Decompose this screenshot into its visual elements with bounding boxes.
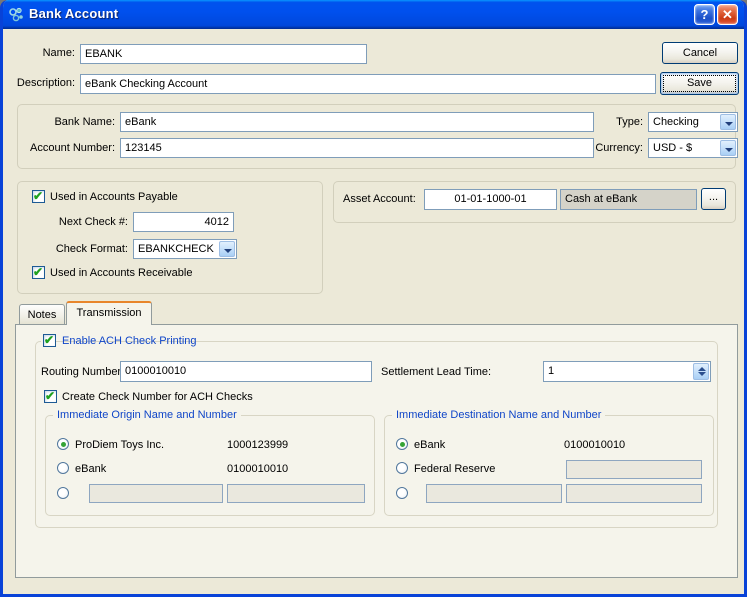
- asset-account-label: Asset Account:: [343, 193, 416, 205]
- next-check-input[interactable]: 4012: [133, 212, 234, 232]
- name-input[interactable]: EBANK: [80, 44, 367, 64]
- help-button[interactable]: ?: [694, 4, 715, 25]
- routing-number-input[interactable]: 0100010010: [120, 361, 372, 382]
- description-input[interactable]: eBank Checking Account: [80, 74, 656, 94]
- check-format-value: EBANKCHECK: [138, 243, 214, 255]
- cancel-button[interactable]: Cancel: [662, 42, 738, 64]
- origin-option-2-number: 0100010010: [227, 463, 288, 475]
- origin-custom-name-input[interactable]: [89, 484, 223, 503]
- type-select[interactable]: Checking: [648, 112, 738, 132]
- bank-name-label: Bank Name:: [23, 116, 115, 128]
- account-number-input[interactable]: 123145: [120, 138, 594, 158]
- origin-group-title: Immediate Origin Name and Number: [53, 409, 241, 421]
- bank-account-dialog: Bank Account ? ✕ Name: EBANK Cancel Desc…: [0, 0, 747, 597]
- enable-ach-label: Enable ACH Check Printing: [62, 335, 197, 347]
- spinner-buttons[interactable]: [693, 363, 709, 380]
- bank-name-input[interactable]: eBank: [120, 112, 594, 132]
- create-check-number-label: Create Check Number for ACH Checks: [62, 391, 253, 403]
- asset-account-name-field: Cash at eBank: [560, 189, 697, 210]
- title-bar[interactable]: Bank Account ? ✕: [0, 0, 747, 29]
- tab-transmission[interactable]: Transmission: [66, 301, 152, 325]
- used-in-ar-checkbox[interactable]: [32, 266, 45, 279]
- chevron-down-icon[interactable]: [720, 140, 736, 156]
- description-label: Description:: [9, 77, 75, 89]
- settlement-lead-time-value: 1: [548, 365, 554, 377]
- used-in-ap-label: Used in Accounts Payable: [50, 191, 178, 203]
- chevron-down-icon[interactable]: [720, 114, 736, 130]
- routing-number-label: Routing Number:: [41, 366, 124, 378]
- close-icon: ✕: [722, 7, 733, 22]
- destination-option-1-name: eBank: [414, 439, 445, 451]
- settlement-lead-time-label: Settlement Lead Time:: [381, 366, 491, 378]
- app-icon: [8, 6, 25, 23]
- next-check-label: Next Check #:: [33, 216, 128, 228]
- help-icon: ?: [701, 7, 709, 22]
- origin-option-1-radio[interactable]: [57, 438, 69, 450]
- name-label: Name:: [13, 47, 75, 59]
- used-in-ap-checkbox[interactable]: [32, 190, 45, 203]
- asset-browse-button[interactable]: ...: [701, 188, 726, 210]
- destination-option-2-name: Federal Reserve: [414, 463, 495, 475]
- spin-down-icon: [698, 372, 706, 376]
- destination-option-3-radio[interactable]: [396, 487, 408, 499]
- settlement-lead-time-stepper[interactable]: 1: [543, 361, 711, 382]
- close-button[interactable]: ✕: [717, 4, 738, 25]
- destination-option-2-number-input[interactable]: [566, 460, 702, 479]
- save-button[interactable]: Save: [660, 72, 739, 95]
- account-number-label: Account Number:: [23, 142, 115, 154]
- destination-custom-number-input[interactable]: [566, 484, 702, 503]
- destination-option-1-radio[interactable]: [396, 438, 408, 450]
- currency-value: USD - $: [653, 142, 692, 154]
- origin-option-1-number: 1000123999: [227, 439, 288, 451]
- enable-ach-checkbox[interactable]: [43, 334, 56, 347]
- asset-account-input[interactable]: 01-01-1000-01: [424, 189, 557, 210]
- currency-label: Currency:: [591, 142, 643, 154]
- type-label: Type:: [599, 116, 643, 128]
- window-title: Bank Account: [29, 6, 118, 21]
- origin-option-2-name: eBank: [75, 463, 106, 475]
- origin-option-2-radio[interactable]: [57, 462, 69, 474]
- type-value: Checking: [653, 116, 699, 128]
- ach-caption-strip: Enable ACH Check Printing: [41, 334, 49, 349]
- currency-select[interactable]: USD - $: [648, 138, 738, 158]
- spin-up-icon: [698, 367, 706, 371]
- destination-group-title: Immediate Destination Name and Number: [392, 409, 605, 421]
- chevron-down-icon[interactable]: [219, 241, 235, 257]
- destination-option-1-number: 0100010010: [564, 439, 625, 451]
- origin-group: Immediate Origin Name and Number ProDiem…: [45, 415, 375, 516]
- check-format-select[interactable]: EBANKCHECK: [133, 239, 237, 259]
- tab-notes[interactable]: Notes: [19, 304, 65, 325]
- origin-option-3-radio[interactable]: [57, 487, 69, 499]
- used-in-ar-label: Used in Accounts Receivable: [50, 267, 192, 279]
- check-format-label: Check Format:: [33, 243, 128, 255]
- origin-custom-number-input[interactable]: [227, 484, 365, 503]
- destination-custom-name-input[interactable]: [426, 484, 562, 503]
- destination-option-2-radio[interactable]: [396, 462, 408, 474]
- destination-group: Immediate Destination Name and Number eB…: [384, 415, 714, 516]
- origin-option-1-name: ProDiem Toys Inc.: [75, 439, 164, 451]
- create-check-number-checkbox[interactable]: [44, 390, 57, 403]
